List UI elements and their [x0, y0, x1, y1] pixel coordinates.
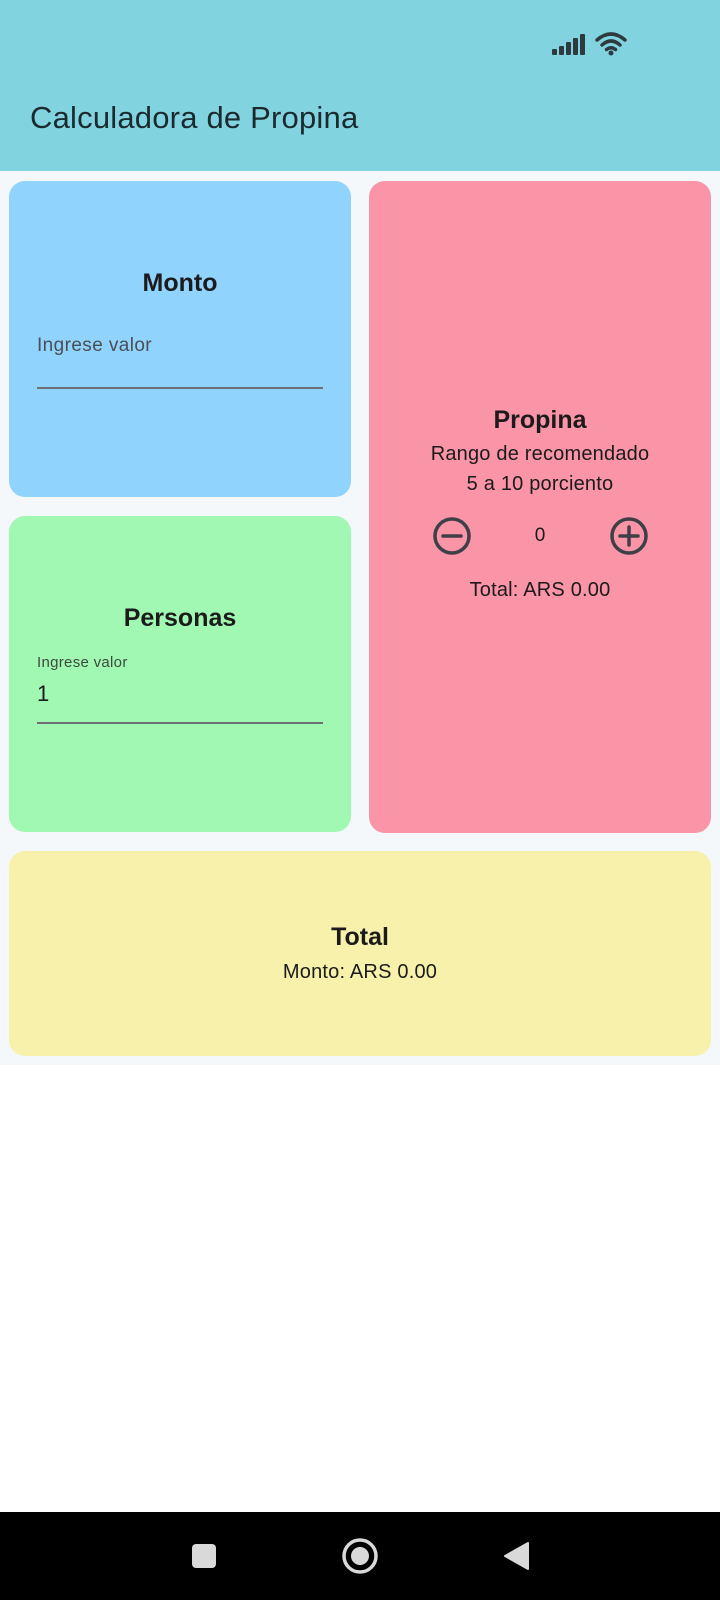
total-card: Total Monto: ARS 0.00 — [9, 851, 711, 1056]
propina-range-values: 5 a 10 porciento — [466, 473, 614, 495]
signal-icon — [552, 34, 585, 55]
monto-card: Monto Ingrese valor — [9, 181, 351, 497]
monto-input-placeholder: Ingrese valor — [37, 335, 153, 356]
home-button[interactable] — [338, 1534, 382, 1578]
personas-card: Personas Ingrese valor 1 — [9, 516, 351, 832]
monto-input[interactable]: Ingrese valor — [37, 321, 323, 391]
status-bar-icons — [552, 32, 627, 56]
propina-total: Total: ARS 0.00 — [469, 579, 611, 601]
home-circle-icon — [342, 1538, 378, 1574]
plus-circle-icon — [610, 517, 648, 555]
personas-input[interactable]: Ingrese valor 1 — [37, 648, 323, 728]
tip-percent-value: 0 — [534, 525, 546, 546]
propina-card: Propina Rango de recomendado 5 a 10 porc… — [369, 181, 711, 833]
monto-input-underline — [37, 387, 323, 389]
total-heading: Total — [331, 923, 389, 951]
recents-square-icon — [192, 1544, 216, 1568]
monto-heading: Monto — [142, 269, 218, 297]
increase-tip-button[interactable] — [608, 515, 650, 557]
total-amount: Monto: ARS 0.00 — [282, 961, 438, 983]
app-title: Calculadora de Propina — [30, 100, 359, 135]
back-button[interactable] — [494, 1534, 538, 1578]
recents-button[interactable] — [182, 1534, 226, 1578]
app-bar: Calculadora de Propina — [0, 0, 720, 171]
propina-range-label: Rango de recomendado — [430, 443, 650, 465]
personas-heading: Personas — [123, 604, 237, 632]
back-triangle-icon — [504, 1542, 529, 1570]
main-content: Monto Ingrese valor Personas Ingrese val… — [0, 171, 720, 1065]
wifi-icon — [595, 32, 627, 56]
personas-input-label: Ingrese valor — [37, 654, 128, 671]
personas-input-underline — [37, 722, 323, 724]
personas-input-value: 1 — [37, 681, 50, 706]
system-nav-bar — [0, 1512, 720, 1600]
propina-heading: Propina — [493, 406, 587, 434]
